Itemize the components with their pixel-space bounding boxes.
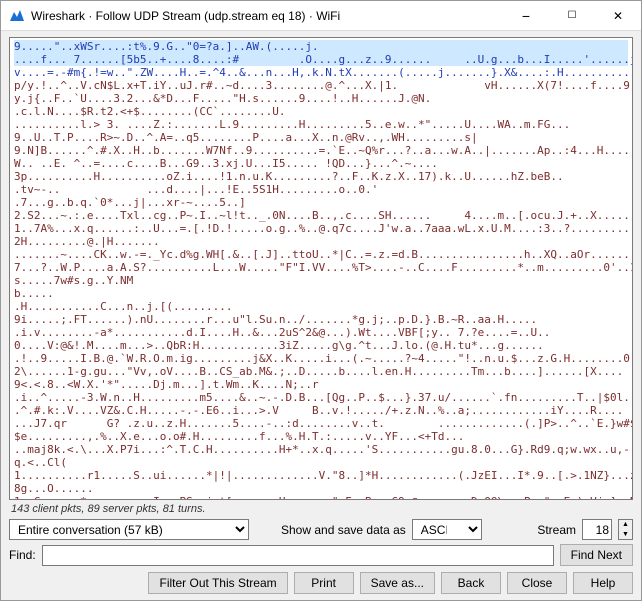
find-next-button[interactable]: Find Next [560,544,633,566]
stream-line[interactable]: .7...g..b.q.`0*...j|...xr-~....5..] [14,196,628,209]
stream-line[interactable]: 2\......1-g.gu..."Vv,.oV....B..CS_ab.M&.… [14,365,628,378]
stream-line[interactable]: b..... [14,287,628,300]
stream-number-input[interactable] [582,519,612,540]
back-button[interactable]: Back [441,572,501,594]
filter-out-button[interactable]: Filter Out This Stream [148,572,287,594]
print-button[interactable]: Print [294,572,354,594]
packet-stats: 143 client pkts, 89 server pkts, 81 turn… [9,500,633,519]
server-pkts-count: 89 [87,503,99,515]
find-input[interactable] [42,545,554,566]
stream-line[interactable]: 9.N]B......^.#.X..H..b.......W7Nf..9....… [14,144,628,157]
stream-line[interactable]: 1..........r1.....S..ui......*|!|.......… [14,469,628,482]
find-label: Find: [9,548,36,562]
stream-line[interactable]: q.<..Cl( [14,456,628,469]
stream-line[interactable]: v....=.-#m{.!=w..".ZW....H..=.^4..&...n.… [14,66,628,79]
stream-line[interactable]: 7...?..W.P....a.A.S?..........L...W.....… [14,261,628,274]
save-as-button[interactable]: Save as... [360,572,435,594]
find-row: Find: Find Next [9,544,633,566]
button-row: Filter Out This Stream Print Save as... … [9,570,633,594]
spinner-up[interactable]: ▲ [619,520,632,530]
stream-line[interactable]: .i.v........-a*...........d.I....H..&...… [14,326,628,339]
stream-line[interactable]: 9<.<.8..<W.X.'*".....Dj.m...].t.Wm..K...… [14,378,628,391]
content-area: 9....."..xWSr....:t%.9.G.."0=?a.]..AW.(.… [1,31,641,600]
help-button[interactable]: Help [573,572,633,594]
stream-line[interactable]: ..maj8k.<.\...X.P7i...:^.T.C.H..........… [14,443,628,456]
titlebar: Wireshark · Follow UDP Stream (udp.strea… [1,1,641,31]
format-row: Entire conversation (57 kB) Show and sav… [9,519,633,540]
stream-line[interactable]: 9..U..T.P....R>~.D..^.A=..q5........P...… [14,131,628,144]
format-select[interactable]: ASCII [412,519,482,540]
stream-line[interactable]: 2H.........@.|H....... [14,235,628,248]
stream-line[interactable]: ....f... 7......[5b5..+....8....:# .O...… [14,53,628,66]
stream-line[interactable]: .^.#.k:.V....VZ&.C.H.....-.-.E6..i...>.V… [14,404,628,417]
stream-line[interactable]: .!..9.....I.B.@.`W.R.O.m.ig.........j&X.… [14,352,628,365]
stream-line[interactable]: 9i.....;.FT......).nU........r...u"l.Su.… [14,313,628,326]
close-dialog-button[interactable]: Close [507,572,567,594]
stream-line[interactable]: ...J7.qr G? .z.u..z.H.......5....-..:d..… [14,417,628,430]
spinner-down[interactable]: ▼ [619,530,632,540]
stream-line[interactable]: .tv~-.. ...d....|...!E..5S1H.........o..… [14,183,628,196]
wireshark-icon [9,8,25,24]
stream-label: Stream [537,523,576,537]
stream-line[interactable]: W.. ..E. ^..=....c....B...G9..3.xj.U...I… [14,157,628,170]
maximize-button[interactable]: ☐ [549,1,595,30]
stream-line[interactable]: 0....V:@&!.M....m...>..QbR:H............… [14,339,628,352]
stream-line[interactable]: 1..7A%...x.q......:..U...=.[.!D.!.....o.… [14,222,628,235]
stream-line[interactable]: 8g...O...... [14,482,628,495]
stream-line[interactable]: .i..^.....-3.W.n..H.........m5....&..~.-… [14,391,628,404]
window-title: Wireshark · Follow UDP Stream (udp.strea… [31,9,503,23]
app-window: Wireshark · Follow UDP Stream (udp.strea… [0,0,642,601]
client-pkts-count: 143 [11,503,29,515]
minimize-button[interactable]: − [503,1,549,30]
stream-line[interactable]: 1..G.s....*v.........I<>.BS.yi.t[.....c.… [14,495,628,500]
stream-spinner[interactable]: ▲ ▼ [618,519,633,540]
stream-line[interactable]: 3p..........H..........oZ.i....!1.n.u.K.… [14,170,628,183]
turns-count: 81 [163,503,175,515]
stream-line[interactable]: 2.S2...~.:.e....Txl..cg..P~.I..~l!t.._.0… [14,209,628,222]
stream-line[interactable]: y.j{..F..`U....3.2...&*D...F....."H.s...… [14,92,628,105]
stream-line[interactable]: ..........l.> 3. ....Z.:.......L.9......… [14,118,628,131]
stream-line[interactable]: .H...........C...n..j.[(......... [14,300,628,313]
conversation-select[interactable]: Entire conversation (57 kB) [9,519,249,540]
show-as-label: Show and save data as [281,523,406,537]
stream-text[interactable]: 9....."..xWSr....:t%.9.G.."0=?a.]..AW.(.… [9,37,633,500]
stream-line[interactable]: p/y.!..^..V.cN$L.x+T.iY..uJ.r#..~d....3.… [14,79,628,92]
close-button[interactable]: ✕ [595,1,641,30]
window-controls: − ☐ ✕ [503,1,641,30]
stream-line[interactable]: .......~....CK..w.-=._Yc.d%g.WH[.&..[.J]… [14,248,628,261]
stream-line[interactable]: s.....7w#s.g..Y.NM [14,274,628,287]
stream-line[interactable]: .c.l.N....$R.t2.<+$........(CC`........U… [14,105,628,118]
stream-line[interactable]: $e.........,.%..X.e...o.o#.H.........f..… [14,430,628,443]
stream-line[interactable]: 9....."..xWSr....:t%.9.G.."0=?a.]..AW.(.… [14,40,628,53]
